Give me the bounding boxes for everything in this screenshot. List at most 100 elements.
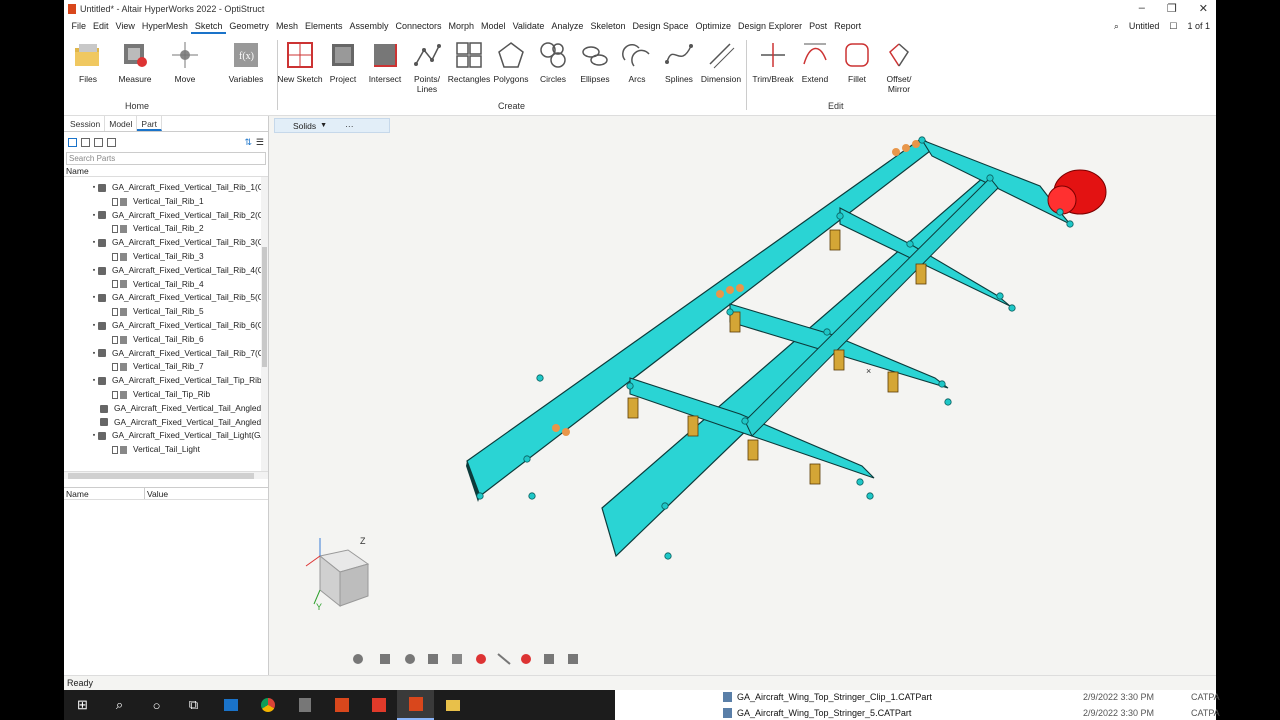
actuator-highlight[interactable] bbox=[1047, 169, 1107, 215]
windows-start-icon[interactable]: ⊞ bbox=[64, 690, 101, 720]
tree-row[interactable]: ▪ GA_Aircraft_Fixed_Vertical_Tail_Rib_2(G bbox=[64, 209, 268, 223]
cortana-icon[interactable]: ○ bbox=[138, 690, 175, 720]
menu-morph[interactable]: Morph bbox=[445, 18, 478, 34]
outlook-icon[interactable] bbox=[212, 690, 249, 720]
new-sketch-tool[interactable]: New Sketch bbox=[276, 40, 324, 84]
menu-optimize[interactable]: Optimize bbox=[692, 18, 735, 34]
search-parts-input[interactable]: Search Parts bbox=[66, 152, 266, 165]
tree-row[interactable]: GA_Aircraft_Fixed_Vertical_Tail_Angled_ bbox=[64, 416, 268, 430]
menu-sketch[interactable]: Sketch bbox=[191, 18, 226, 34]
tree-row[interactable]: Vertical_Tail_Rib_4 bbox=[64, 278, 268, 292]
file-row[interactable]: GA_Aircraft_Wing_Top_Stringer_Clip_1.CAT… bbox=[723, 690, 1220, 704]
menu-model[interactable]: Model bbox=[478, 18, 510, 34]
visibility-icon[interactable] bbox=[112, 225, 118, 234]
menu-geometry[interactable]: Geometry bbox=[226, 18, 273, 34]
file-explorer-icon[interactable] bbox=[434, 690, 471, 720]
menu-mesh[interactable]: Mesh bbox=[272, 18, 301, 34]
tree-row[interactable]: ▪ GA_Aircraft_Fixed_Vertical_Tail_Tip_Rib bbox=[64, 374, 268, 388]
files-tool[interactable]: Files bbox=[64, 40, 112, 84]
collapse-icon[interactable]: ▪ bbox=[90, 264, 98, 278]
menu-skeleton[interactable]: Skeleton bbox=[587, 18, 629, 34]
tree-row[interactable]: GA_Aircraft_Fixed_Vertical_Tail_Angled_ bbox=[64, 402, 268, 416]
name-column-header[interactable]: Name bbox=[64, 165, 268, 177]
visibility-icon[interactable] bbox=[112, 252, 118, 261]
task-view-icon[interactable]: ⧉ bbox=[175, 690, 212, 720]
collapse-icon[interactable]: ▪ bbox=[90, 319, 98, 333]
sort-icon[interactable]: ⇅ bbox=[244, 137, 252, 148]
splines-tool[interactable]: Splines bbox=[655, 40, 703, 84]
tree-row[interactable]: Vertical_Tail_Rib_1 bbox=[64, 195, 268, 209]
menu-edit[interactable]: Edit bbox=[90, 18, 113, 34]
tree-row[interactable]: Vertical_Tail_Light bbox=[64, 443, 268, 457]
visibility-icon[interactable] bbox=[112, 446, 118, 455]
hypermesh-icon[interactable] bbox=[323, 690, 360, 720]
collapse-icon[interactable]: ▪ bbox=[90, 181, 98, 195]
tree-row[interactable]: Vertical_Tail_Rib_3 bbox=[64, 250, 268, 264]
maximize-icon[interactable]: ❐ bbox=[1167, 2, 1177, 15]
view-grid-icon[interactable] bbox=[107, 137, 116, 147]
tree-row[interactable]: ▪ GA_Aircraft_Fixed_Vertical_Tail_Rib_6(G bbox=[64, 319, 268, 333]
menu-assembly[interactable]: Assembly bbox=[346, 18, 392, 34]
file-row[interactable]: GA_Aircraft_Wing_Top_Stringer_5.CATPart … bbox=[723, 706, 1220, 720]
fillet-tool[interactable]: Fillet bbox=[833, 40, 881, 84]
menu-design-space[interactable]: Design Space bbox=[629, 18, 692, 34]
move-tool[interactable]: Move bbox=[161, 40, 209, 84]
measure-tool[interactable]: Measure bbox=[111, 40, 159, 84]
view-columns-icon[interactable] bbox=[94, 137, 103, 147]
tree-row[interactable]: ▪ GA_Aircraft_Fixed_Vertical_Tail_Rib_1(G bbox=[64, 181, 268, 195]
powerpoint-icon[interactable] bbox=[360, 690, 397, 720]
visibility-icon[interactable] bbox=[112, 197, 118, 206]
menu-validate[interactable]: Validate bbox=[509, 18, 548, 34]
app-icon[interactable] bbox=[286, 690, 323, 720]
points-lines-tool[interactable]: Points/ Lines bbox=[403, 40, 451, 94]
arcs-tool[interactable]: Arcs bbox=[613, 40, 661, 84]
tree-row[interactable]: ▪ GA_Aircraft_Fixed_Vertical_Tail_Rib_7(G bbox=[64, 347, 268, 361]
hyperworks-taskbar-icon[interactable] bbox=[397, 690, 434, 720]
graphics-viewport[interactable]: Solids ▼ ··· × Z Y bbox=[270, 116, 1216, 675]
page-icon[interactable]: ☐ bbox=[1169, 21, 1177, 32]
ellipses-tool[interactable]: Ellipses bbox=[571, 40, 619, 84]
property-name-header[interactable]: Name bbox=[64, 488, 144, 499]
tree-row[interactable]: Vertical_Tail_Rib_5 bbox=[64, 305, 268, 319]
dimension-tool[interactable]: Dimension bbox=[697, 40, 745, 84]
inner-spar[interactable] bbox=[744, 177, 999, 437]
chrome-icon[interactable] bbox=[249, 690, 286, 720]
property-value-header[interactable]: Value bbox=[144, 488, 168, 499]
collapse-icon[interactable]: ▪ bbox=[90, 429, 98, 443]
search-icon[interactable]: ⌕ bbox=[1114, 21, 1119, 32]
tree-row[interactable]: Vertical_Tail_Rib_7 bbox=[64, 360, 268, 374]
menu-connectors[interactable]: Connectors bbox=[392, 18, 445, 34]
tab-model[interactable]: Model bbox=[105, 116, 138, 131]
list-icon[interactable]: ☰ bbox=[256, 137, 264, 148]
collapse-icon[interactable]: ▪ bbox=[90, 236, 98, 250]
tree-horizontal-scrollbar[interactable] bbox=[64, 471, 268, 479]
menu-hypermesh[interactable]: HyperMesh bbox=[138, 18, 191, 34]
view-tree-icon[interactable] bbox=[81, 137, 90, 147]
vertical-tail-model[interactable]: × Z Y bbox=[270, 116, 1216, 675]
offset-mirror-tool[interactable]: Offset/ Mirror bbox=[875, 40, 923, 94]
trim-break-tool[interactable]: Trim/Break bbox=[749, 40, 797, 84]
menu-file[interactable]: File bbox=[68, 18, 90, 34]
close-icon[interactable]: ✕ bbox=[1199, 2, 1208, 15]
menu-report[interactable]: Report bbox=[831, 18, 865, 34]
extend-tool[interactable]: Extend bbox=[791, 40, 839, 84]
tree-row[interactable]: Vertical_Tail_Rib_2 bbox=[64, 222, 268, 236]
view-flat-icon[interactable] bbox=[68, 137, 77, 147]
menu-elements[interactable]: Elements bbox=[301, 18, 346, 34]
view-cube[interactable] bbox=[305, 538, 370, 608]
rectangles-tool[interactable]: Rectangles bbox=[445, 40, 493, 84]
minimize-icon[interactable]: – bbox=[1139, 2, 1145, 15]
tree-row[interactable]: ▪ GA_Aircraft_Fixed_Vertical_Tail_Rib_5(G bbox=[64, 291, 268, 305]
collapse-icon[interactable]: ▪ bbox=[90, 347, 98, 361]
tree-row[interactable]: Vertical_Tail_Rib_6 bbox=[64, 333, 268, 347]
view-toolbar[interactable] bbox=[353, 653, 578, 665]
tab-session[interactable]: Session bbox=[66, 116, 106, 131]
tree-row[interactable]: Vertical_Tail_Tip_Rib bbox=[64, 388, 268, 402]
visibility-icon[interactable] bbox=[112, 280, 118, 289]
document-name[interactable]: Untitled bbox=[1129, 21, 1160, 31]
menu-design-explorer[interactable]: Design Explorer bbox=[735, 18, 806, 34]
visibility-icon[interactable] bbox=[112, 363, 118, 372]
menu-post[interactable]: Post bbox=[806, 18, 831, 34]
circles-tool[interactable]: Circles bbox=[529, 40, 577, 84]
polygons-tool[interactable]: Polygons bbox=[487, 40, 535, 84]
